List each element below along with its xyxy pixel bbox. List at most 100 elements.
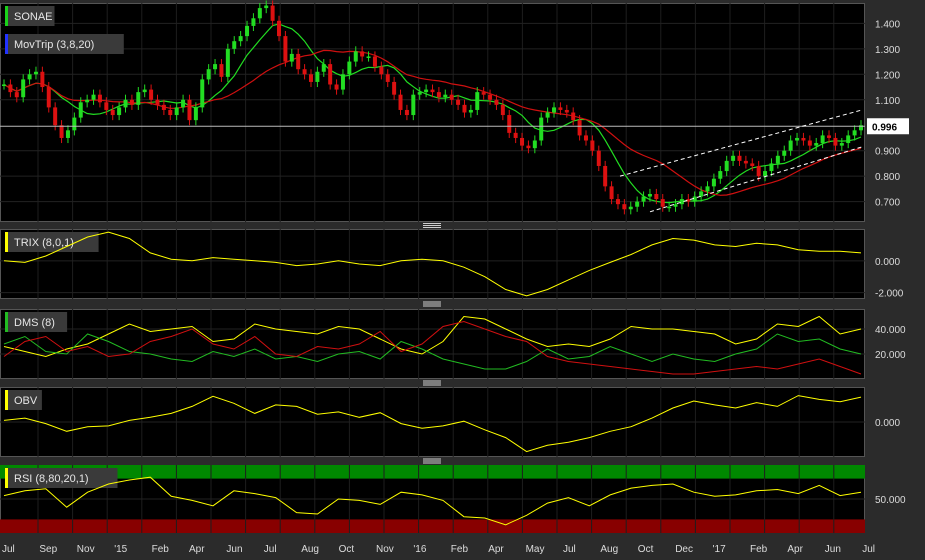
candle-body	[596, 150, 601, 166]
candle-body	[564, 109, 569, 113]
candle-body	[283, 36, 288, 62]
x-date-label: Aug	[600, 544, 618, 555]
candle-body	[334, 84, 339, 90]
candle-body	[2, 84, 6, 86]
candle-body	[724, 160, 729, 172]
x-date-label: May	[526, 544, 545, 555]
candle-body	[353, 51, 358, 62]
candle-body	[149, 89, 154, 100]
candle-body	[635, 201, 640, 207]
x-date-label: Sep	[39, 544, 57, 555]
candle-body	[737, 155, 742, 161]
y-tick-label: 0.000	[875, 257, 900, 268]
candle-body	[494, 99, 499, 105]
stock-chart: 1.400 1.300 1.200 1.100 0.900 0.800 0.700 SONAE…	[0, 0, 925, 560]
x-date-label: '15	[114, 544, 127, 555]
rsi-band-0	[0, 465, 865, 479]
candle-body	[181, 99, 186, 108]
candle-body	[507, 115, 512, 133]
candle-body	[385, 74, 390, 82]
candle-body	[65, 130, 70, 138]
candle-body	[827, 135, 832, 138]
candle-body	[647, 193, 652, 197]
candle-body	[577, 120, 582, 136]
candle-body	[513, 132, 518, 138]
candle-body	[820, 135, 825, 144]
candle-body	[270, 5, 275, 21]
candle-body	[622, 204, 627, 210]
legend-label: MovTrip (3,8,20)	[14, 39, 94, 51]
x-date-label: Jun	[825, 544, 841, 555]
candle-body	[372, 56, 377, 67]
x-date-label: Feb	[152, 544, 170, 555]
candle-body	[475, 92, 480, 110]
legend-swatch	[5, 34, 8, 54]
rsi-band-1	[0, 519, 865, 533]
candle-body	[308, 74, 313, 82]
legend-label: DMS (8)	[14, 317, 55, 329]
candle-body	[168, 109, 173, 116]
x-date-label: '16	[413, 544, 426, 555]
candle-body	[552, 107, 557, 113]
candle-body	[801, 137, 806, 141]
x-date-label: Aug	[301, 544, 319, 555]
candle-body	[814, 143, 819, 146]
candle-body	[417, 92, 422, 95]
legend-swatch	[5, 312, 8, 332]
candle-body	[718, 171, 723, 179]
y-tick-label: -2.000	[875, 289, 904, 300]
candle-body	[213, 64, 218, 70]
candle-body	[315, 71, 320, 82]
candle-body	[360, 51, 365, 57]
candle-body	[699, 191, 704, 197]
legend-label: SONAE	[14, 11, 53, 23]
candle-body	[117, 107, 122, 116]
candle-body	[833, 137, 838, 146]
candle-body	[660, 199, 665, 207]
x-date-label: Jun	[226, 544, 242, 555]
y-tick-label: 0.800	[875, 172, 900, 183]
candle-body	[296, 53, 301, 70]
candle-body	[424, 89, 429, 93]
candle-body	[155, 99, 160, 105]
candle-body	[654, 193, 659, 200]
panel-price: 1.400 1.300 1.200 1.100 0.900 0.800 0.700 SONAE…	[0, 0, 909, 222]
candle-body	[14, 92, 19, 98]
candle-body	[743, 160, 748, 164]
candle-body	[532, 140, 537, 149]
candle-body	[200, 79, 205, 108]
y-tick-label: 1.100	[875, 96, 900, 107]
y-tick-label: 0.000	[875, 418, 900, 429]
candle-body	[398, 94, 403, 110]
candle-body	[27, 74, 32, 80]
candle-body	[788, 140, 793, 151]
candle-body	[142, 89, 147, 93]
candle-body	[782, 150, 787, 156]
x-date-label: '17	[713, 544, 726, 555]
x-date-label: Apr	[488, 544, 504, 555]
y-tick-label: 1.200	[875, 70, 900, 81]
candle-body	[411, 94, 416, 116]
candle-body	[78, 102, 83, 118]
candle-body	[72, 117, 77, 131]
candle-body	[392, 81, 397, 95]
candle-body	[174, 107, 179, 116]
candle-body	[251, 18, 256, 26]
candle-body	[238, 36, 243, 42]
candle-body	[488, 94, 493, 100]
candle-body	[852, 130, 857, 136]
candle-body	[123, 99, 128, 108]
candle-body	[257, 8, 262, 19]
candle-body	[750, 163, 755, 166]
candle-body	[705, 186, 710, 192]
legend-label: OBV	[14, 395, 38, 407]
candle-body	[628, 206, 633, 210]
candle-body	[225, 48, 230, 77]
candle-body	[500, 104, 505, 116]
candle-body	[91, 94, 96, 100]
plot-area	[0, 3, 865, 222]
candle-body	[33, 71, 38, 75]
x-date-label: Feb	[451, 544, 469, 555]
candle-body	[110, 109, 115, 116]
candle-body	[53, 107, 58, 126]
